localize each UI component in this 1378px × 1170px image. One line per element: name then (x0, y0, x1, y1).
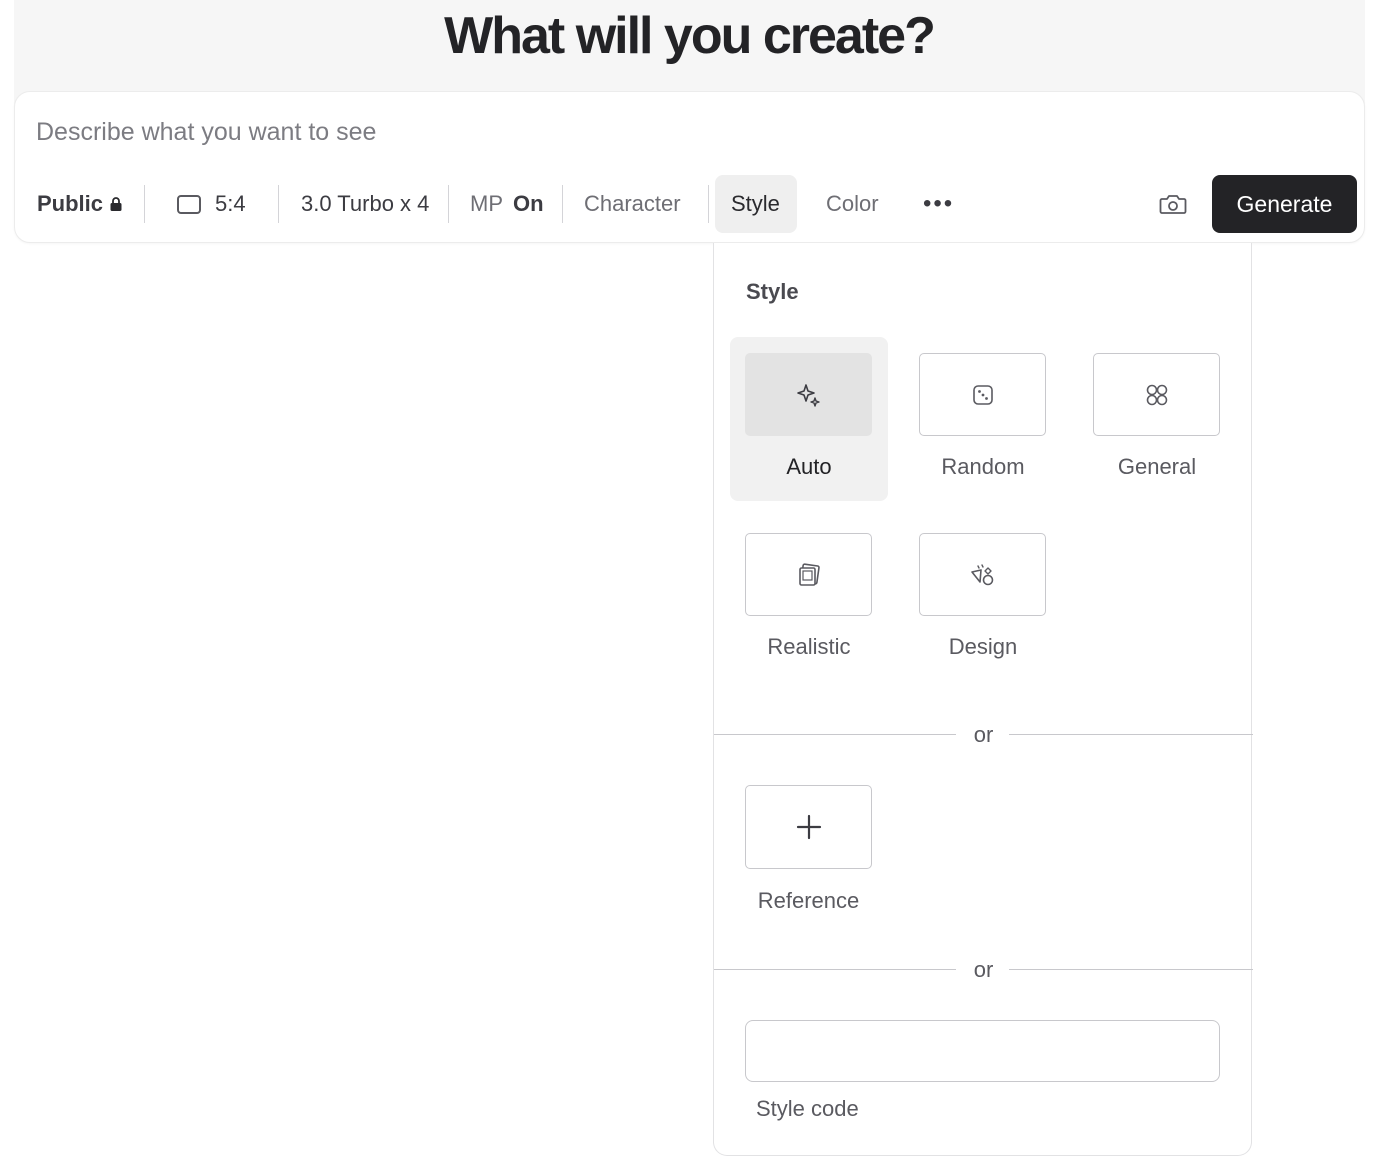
or-text: or (973, 957, 994, 982)
style-label: Style (731, 191, 780, 216)
style-code-label: Style code (756, 1096, 859, 1121)
more-options-icon[interactable]: ••• (923, 175, 954, 233)
toolbar-divider (278, 185, 279, 223)
style-option-tile (1093, 353, 1220, 436)
style-option-tile (745, 533, 872, 616)
style-option-general[interactable]: General (1078, 337, 1236, 501)
prompt-card: Public 5:4 3.0 Turbo x 4 MP On Characte (14, 91, 1365, 243)
prompt-input[interactable] (36, 110, 1336, 154)
photos-icon (796, 562, 822, 588)
count-label: x 4 (399, 191, 430, 216)
sparkle-icon (796, 382, 822, 408)
style-option-tile (745, 353, 872, 436)
visibility-label: Public (37, 191, 104, 216)
style-option-label: Realistic (767, 634, 851, 659)
toolbar-divider (448, 185, 449, 223)
toolbar-divider (562, 185, 563, 223)
style-option-label: General (1117, 454, 1197, 479)
or-divider: or (714, 956, 1253, 986)
visibility-toggle[interactable]: Public (37, 175, 122, 233)
camera-icon[interactable] (1156, 187, 1190, 221)
aspect-ratio-icon (177, 194, 201, 214)
style-button[interactable]: Style (715, 175, 797, 233)
mp-label: MP (470, 191, 503, 216)
add-reference-button[interactable] (745, 785, 872, 869)
style-option-tile (919, 353, 1046, 436)
style-option-auto[interactable]: Auto (730, 337, 888, 501)
generate-button[interactable]: Generate (1212, 175, 1357, 233)
style-option-random[interactable]: Random (904, 337, 1062, 501)
aspect-ratio-label: 5:4 (215, 191, 246, 216)
toolbar-divider (708, 185, 709, 223)
dice-icon (971, 383, 995, 407)
style-option-label: Design (948, 634, 1018, 659)
reference-label: Reference (757, 888, 860, 913)
model-label: 3.0 Turbo (301, 191, 394, 216)
page-title: What will you create? (444, 7, 936, 65)
magic-prompt-button[interactable]: MP On (470, 175, 544, 233)
style-code-input[interactable] (745, 1020, 1220, 1082)
character-label: Character (584, 191, 681, 216)
style-option-label: Auto (786, 454, 832, 479)
style-option-tile (919, 533, 1046, 616)
toolbar: Public 5:4 3.0 Turbo x 4 MP On Character… (15, 175, 1364, 233)
command-icon (1144, 382, 1170, 408)
style-option-realistic[interactable]: Realistic (730, 517, 888, 681)
style-panel: Style Auto Random General Realistic Desi… (713, 243, 1253, 1156)
character-button[interactable]: Character (584, 175, 681, 233)
shapes-icon (969, 562, 997, 588)
plus-icon (795, 813, 823, 841)
lock-icon (110, 196, 122, 212)
style-panel-title: Style (746, 279, 799, 304)
mp-value: On (513, 191, 544, 216)
style-option-design[interactable]: Design (904, 517, 1062, 681)
style-option-label: Random (941, 454, 1025, 479)
toolbar-divider (144, 185, 145, 223)
aspect-ratio-button[interactable]: 5:4 (177, 175, 246, 233)
model-button[interactable]: 3.0 Turbo x 4 (301, 175, 429, 233)
or-divider: or (714, 721, 1253, 751)
or-text: or (973, 722, 994, 747)
color-label: Color (826, 191, 879, 216)
color-button[interactable]: Color (826, 175, 879, 233)
